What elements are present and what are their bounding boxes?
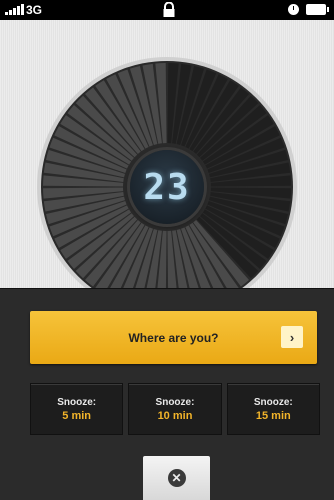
timer-value: 23 — [143, 166, 191, 208]
snooze-duration: 10 min — [157, 409, 193, 422]
dismiss-button[interactable]: ✕ — [143, 456, 210, 500]
chevron-right-icon: › — [281, 326, 303, 348]
snooze-duration: 5 min — [62, 409, 92, 422]
timer-panel: 23 — [0, 20, 334, 317]
timer-display: 23 — [130, 150, 204, 224]
status-bar: 3G — [0, 0, 334, 20]
snooze-10-button[interactable]: Snooze: 10 min — [128, 383, 222, 435]
network-type: 3G — [26, 3, 43, 17]
action-panel: Where are you? › Snooze: 5 min Snooze: 1… — [0, 288, 334, 500]
where-are-you-button[interactable]: Where are you? › — [30, 311, 317, 364]
countdown-dial: 23 — [36, 56, 298, 318]
snooze-15-button[interactable]: Snooze: 15 min — [226, 383, 320, 435]
lock-icon — [163, 2, 175, 17]
where-are-you-label: Where are you? — [128, 330, 219, 345]
snooze-title: Snooze: — [57, 396, 97, 408]
battery-icon — [306, 4, 329, 15]
snooze-duration: 15 min — [255, 409, 291, 422]
snooze-5-button[interactable]: Snooze: 5 min — [30, 383, 124, 435]
snooze-options: Snooze: 5 min Snooze: 10 min Snooze: 15 … — [30, 383, 320, 435]
snooze-title: Snooze: — [253, 396, 293, 408]
snooze-title: Snooze: — [155, 396, 195, 408]
close-icon: ✕ — [167, 469, 186, 487]
clock-icon — [288, 4, 299, 15]
signal-bars-icon — [5, 3, 24, 15]
